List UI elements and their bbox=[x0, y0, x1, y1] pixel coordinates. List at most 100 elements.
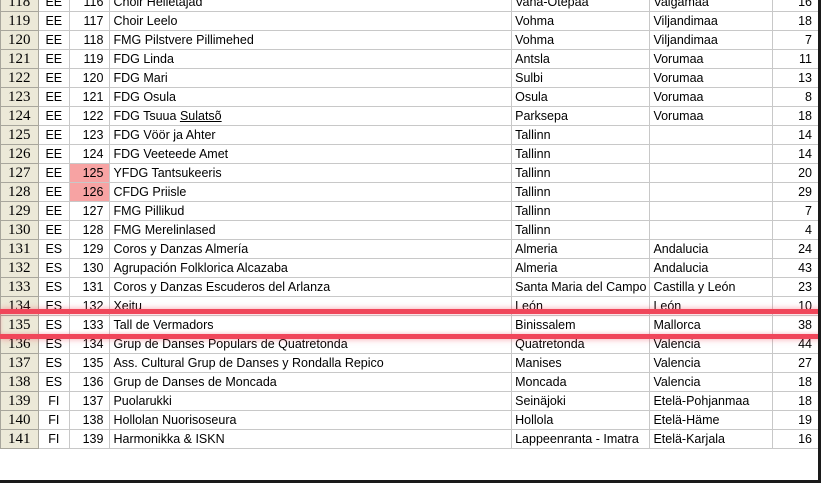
member-count-cell[interactable]: 13 bbox=[772, 68, 821, 88]
member-count-cell[interactable]: 7 bbox=[772, 30, 821, 50]
row-header[interactable]: 118 bbox=[0, 0, 39, 12]
city-cell[interactable]: Tallinn bbox=[511, 125, 651, 145]
region-cell[interactable]: Valencia bbox=[649, 353, 774, 373]
group-name-cell[interactable]: Xeitu bbox=[109, 296, 513, 316]
country-code-cell[interactable]: ES bbox=[37, 277, 71, 297]
region-cell[interactable]: Viljandimaa bbox=[649, 11, 774, 31]
region-cell[interactable]: Vorumaa bbox=[649, 106, 774, 126]
group-id-cell[interactable]: 128 bbox=[69, 220, 111, 240]
member-count-cell[interactable]: 29 bbox=[772, 182, 821, 202]
city-cell[interactable]: Vohma bbox=[511, 30, 651, 50]
city-cell[interactable]: Vohma bbox=[511, 11, 651, 31]
member-count-cell[interactable]: 14 bbox=[772, 125, 821, 145]
region-cell[interactable]: Valencia bbox=[649, 334, 774, 354]
city-cell[interactable]: Seinäjoki bbox=[511, 391, 651, 411]
row-header[interactable]: 140 bbox=[0, 410, 39, 430]
region-cell[interactable]: Castilla y León bbox=[649, 277, 774, 297]
city-cell[interactable]: Almeria bbox=[511, 258, 651, 278]
table-row[interactable]: 135 ES 133 Tall de Vermadors Binissalem Mallo… bbox=[0, 315, 821, 335]
group-id-cell[interactable]: 123 bbox=[69, 125, 111, 145]
row-header[interactable]: 132 bbox=[0, 258, 39, 278]
member-count-cell[interactable]: 18 bbox=[772, 106, 821, 126]
group-name-cell[interactable]: Choir Helletajad bbox=[109, 0, 513, 12]
row-header[interactable]: 133 bbox=[0, 277, 39, 297]
row-header[interactable]: 121 bbox=[0, 49, 39, 69]
country-code-cell[interactable]: EE bbox=[37, 182, 71, 202]
member-count-cell[interactable]: 18 bbox=[772, 391, 821, 411]
city-cell[interactable]: Tallinn bbox=[511, 220, 651, 240]
city-cell[interactable]: Quatretonda bbox=[511, 334, 651, 354]
city-cell[interactable]: Parksepa bbox=[511, 106, 651, 126]
region-cell[interactable] bbox=[649, 144, 774, 164]
region-cell[interactable]: Viljandimaa bbox=[649, 30, 774, 50]
group-id-cell[interactable]: 116 bbox=[69, 0, 111, 12]
group-id-cell[interactable]: 139 bbox=[69, 429, 111, 449]
row-header[interactable]: 137 bbox=[0, 353, 39, 373]
table-row[interactable]: 123 EE 121 FDG Osula Osula Vorumaa 8 bbox=[0, 87, 821, 107]
region-cell[interactable]: Etelä-Karjala bbox=[649, 429, 774, 449]
row-header[interactable]: 139 bbox=[0, 391, 39, 411]
group-name-cell[interactable]: CFDG Priisle bbox=[109, 182, 513, 202]
row-header[interactable]: 129 bbox=[0, 201, 39, 221]
row-header[interactable]: 138 bbox=[0, 372, 39, 392]
country-code-cell[interactable]: ES bbox=[37, 353, 71, 373]
region-cell[interactable] bbox=[649, 220, 774, 240]
city-cell[interactable]: Almeria bbox=[511, 239, 651, 259]
country-code-cell[interactable]: EE bbox=[37, 49, 71, 69]
group-id-cell[interactable]: 121 bbox=[69, 87, 111, 107]
group-id-cell[interactable]: 138 bbox=[69, 410, 111, 430]
member-count-cell[interactable]: 18 bbox=[772, 372, 821, 392]
group-id-cell[interactable]: 130 bbox=[69, 258, 111, 278]
region-cell[interactable]: Valencia bbox=[649, 372, 774, 392]
group-name-cell[interactable]: FMG Pillikud bbox=[109, 201, 513, 221]
region-cell[interactable]: Vorumaa bbox=[649, 87, 774, 107]
table-row[interactable]: 141 FI 139 Harmonikka & ISKN Lappeenranta - … bbox=[0, 429, 821, 449]
table-row[interactable]: 132 ES 130 Agrupación Folklorica Alcazaba Al… bbox=[0, 258, 821, 278]
table-row[interactable]: 129 EE 127 FMG Pillikud Tallinn 7 bbox=[0, 201, 821, 221]
city-cell[interactable]: Santa Maria del Campo bbox=[511, 277, 651, 297]
table-row[interactable]: 133 ES 131 Coros y Danzas Escuderos del Arl… bbox=[0, 277, 821, 297]
table-row[interactable]: 120 EE 118 FMG Pilstvere Pillimehed Vohma Vil… bbox=[0, 30, 821, 50]
country-code-cell[interactable]: FI bbox=[37, 429, 71, 449]
group-id-cell[interactable]: 136 bbox=[69, 372, 111, 392]
country-code-cell[interactable]: EE bbox=[37, 87, 71, 107]
member-count-cell[interactable]: 20 bbox=[772, 163, 821, 183]
row-header[interactable]: 128 bbox=[0, 182, 39, 202]
row-header[interactable]: 125 bbox=[0, 125, 39, 145]
country-code-cell[interactable]: EE bbox=[37, 220, 71, 240]
group-name-cell[interactable]: Coros y Danzas Escuderos del Arlanza bbox=[109, 277, 513, 297]
city-cell[interactable]: Osula bbox=[511, 87, 651, 107]
group-name-cell[interactable]: Grup de Danses de Moncada bbox=[109, 372, 513, 392]
group-name-cell[interactable]: Coros y Danzas Almería bbox=[109, 239, 513, 259]
row-header[interactable]: 126 bbox=[0, 144, 39, 164]
member-count-cell[interactable]: 16 bbox=[772, 0, 821, 12]
country-code-cell[interactable]: EE bbox=[37, 201, 71, 221]
country-code-cell[interactable]: ES bbox=[37, 334, 71, 354]
group-id-cell[interactable]: 131 bbox=[69, 277, 111, 297]
group-name-cell[interactable]: FDG Mari bbox=[109, 68, 513, 88]
city-cell[interactable]: Antsla bbox=[511, 49, 651, 69]
region-cell[interactable] bbox=[649, 125, 774, 145]
table-row[interactable]: 130 EE 128 FMG Merelinlased Tallinn 4 bbox=[0, 220, 821, 240]
region-cell[interactable] bbox=[649, 201, 774, 221]
table-row[interactable]: 118 EE 116 Choir Helletajad Vana-Otepaa Valga… bbox=[0, 0, 821, 12]
city-cell[interactable]: Binissalem bbox=[511, 315, 651, 335]
group-name-cell[interactable]: Harmonikka & ISKN bbox=[109, 429, 513, 449]
row-header[interactable]: 122 bbox=[0, 68, 39, 88]
country-code-cell[interactable]: ES bbox=[37, 315, 71, 335]
group-name-cell[interactable]: Grup de Danses Populars de Quatretonda bbox=[109, 334, 513, 354]
group-name-cell[interactable]: FDG Osula bbox=[109, 87, 513, 107]
member-count-cell[interactable]: 16 bbox=[772, 429, 821, 449]
country-code-cell[interactable]: EE bbox=[37, 144, 71, 164]
table-row[interactable]: 140 FI 138 Hollolan Nuorisoseura Hollola Etel… bbox=[0, 410, 821, 430]
country-code-cell[interactable]: FI bbox=[37, 410, 71, 430]
member-count-cell[interactable]: 18 bbox=[772, 11, 821, 31]
group-id-cell[interactable]: 126 bbox=[69, 182, 111, 202]
region-cell[interactable]: León bbox=[649, 296, 774, 316]
group-name-cell[interactable]: Agrupación Folklorica Alcazaba bbox=[109, 258, 513, 278]
city-cell[interactable]: Tallinn bbox=[511, 163, 651, 183]
group-id-cell[interactable]: 133 bbox=[69, 315, 111, 335]
group-id-cell[interactable]: 118 bbox=[69, 30, 111, 50]
table-row[interactable]: 137 ES 135 Ass. Cultural Grup de Danses y R… bbox=[0, 353, 821, 373]
group-name-cell[interactable]: FDG Linda bbox=[109, 49, 513, 69]
